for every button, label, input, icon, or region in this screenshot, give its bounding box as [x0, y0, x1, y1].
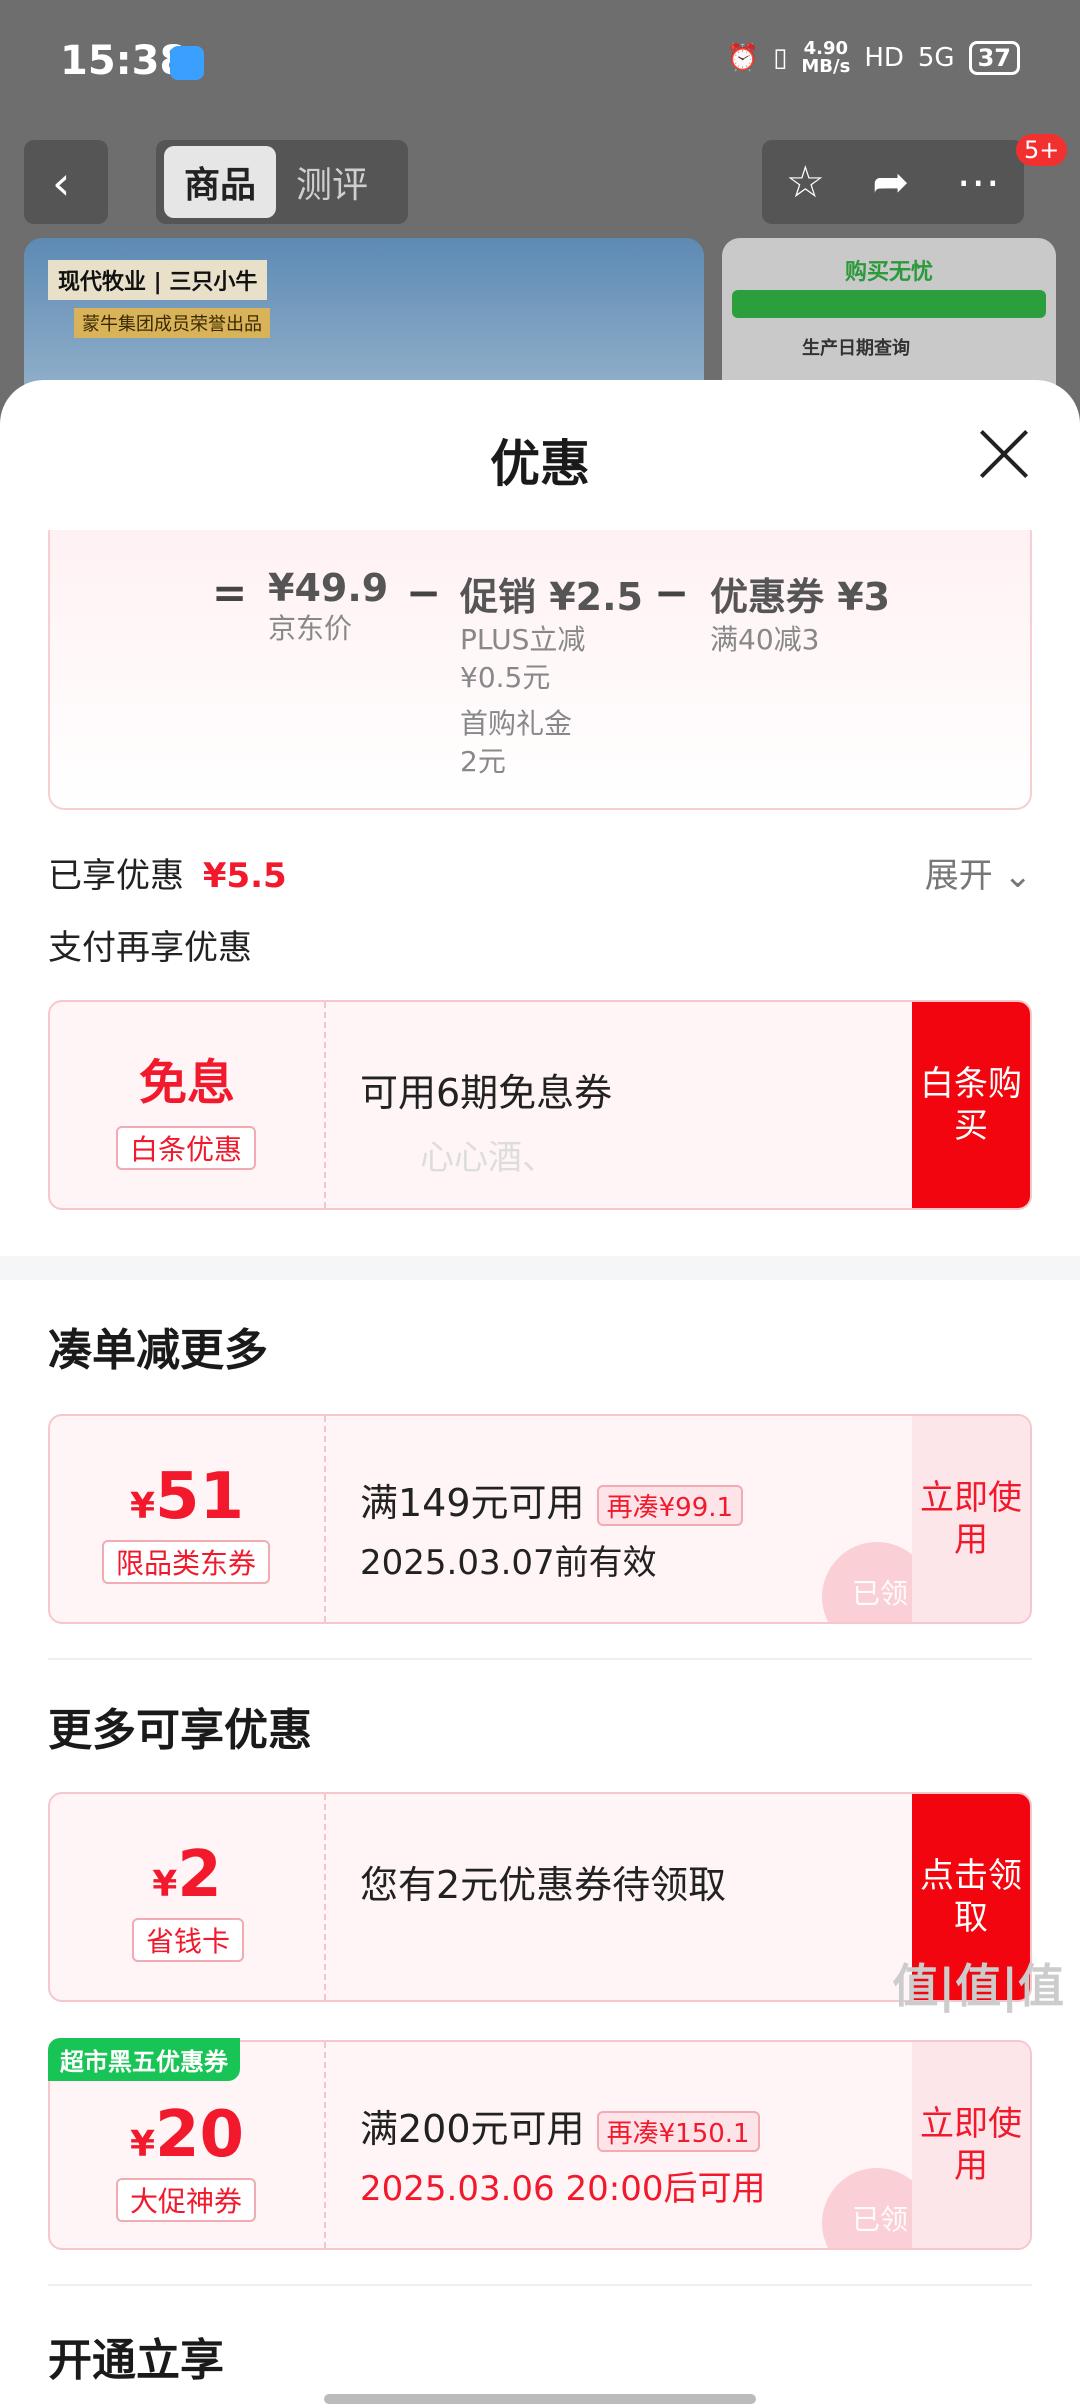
saver-amount: ¥2 — [152, 1838, 222, 1912]
bundle-header: 凑单减更多 — [48, 1325, 268, 1376]
minus-sign: − — [654, 568, 690, 617]
guarantee-title: 购买无忧 — [844, 260, 933, 285]
promo-validity: 2025.03.06 20:00后可用 — [360, 2169, 766, 2209]
promo-tag: 大促神券 — [116, 2178, 257, 2222]
saver-desc: 您有2元优惠券待领取 — [360, 1863, 727, 1907]
home-indicator[interactable] — [324, 2394, 756, 2404]
site-watermark: 值|值|值 — [892, 1959, 1064, 2013]
brand-sub: 蒙牛集团成员荣誉出品 — [74, 308, 270, 338]
promo-use-button[interactable]: 立即使用 — [912, 2042, 1030, 2248]
handwritten-watermark: 心心酒、 — [420, 1138, 556, 1178]
top-nav: ‹ 商品 测评 ☆ ➦ ⋯ 5+ — [0, 134, 1080, 230]
message-badge: 5+ — [1016, 134, 1068, 166]
close-icon[interactable] — [976, 426, 1032, 482]
baitiao-desc: 可用6期免息券 — [360, 1071, 613, 1115]
discount-sheet: 优惠 = ¥49.9 京东价 − 促销 ¥2.5 PLUS立减 ¥0.5元 首购… — [0, 380, 1080, 2408]
chevron-left-icon: ‹ — [52, 156, 71, 210]
saver-tag: 省钱卡 — [132, 1918, 245, 1962]
promo-corner-tag: 超市黑五优惠券 — [48, 2038, 240, 2081]
bundle-validity: 2025.03.07前有效 — [360, 1543, 657, 1583]
bundle-pill: 再凑¥99.1 — [596, 1485, 744, 1526]
baitiao-coupon: 免息 白条优惠 可用6期免息券 心心酒、 白条购买 — [48, 1000, 1032, 1210]
alarm-icon: ⏰ — [726, 43, 760, 73]
share-icon[interactable]: ➦ — [872, 157, 909, 208]
signal-icon: 5G — [917, 43, 955, 73]
minus-sign: − — [406, 568, 442, 617]
expand-button[interactable]: 展开 ⌄ — [925, 848, 1032, 897]
bundle-tag: 限品类东券 — [102, 1540, 271, 1584]
status-time: 15:38 — [60, 38, 188, 84]
coupon-label: 满40减3 — [710, 623, 820, 656]
divider — [48, 1658, 1032, 1660]
enjoyed-row: 已享优惠 ¥5.5 — [48, 848, 1032, 897]
enjoyed-label: 已享优惠 — [48, 856, 184, 896]
jd-price: ¥49.9 — [268, 566, 389, 610]
divider — [48, 2284, 1032, 2286]
vibrate-icon: ▯ — [773, 43, 788, 73]
promo-line: PLUS立减 — [460, 623, 586, 656]
app-notification-icon — [170, 46, 204, 80]
price-breakdown: = ¥49.9 京东价 − 促销 ¥2.5 PLUS立减 ¥0.5元 首购礼金 … — [48, 530, 1032, 810]
status-bar: 15:38 ⏰ ▯ 4.90 MB/s HD 5G 37 — [0, 0, 1080, 120]
section-divider — [0, 1256, 1080, 1280]
open-header: 开通立享 — [48, 2335, 224, 2386]
more-header: 更多可享优惠 — [48, 1705, 312, 1756]
sheet-title: 优惠 — [490, 435, 590, 493]
guarantee-bar — [732, 290, 1046, 318]
baitiao-tag: 白条优惠 — [116, 1126, 257, 1170]
jd-price-label: 京东价 — [268, 612, 353, 645]
net-speed: 4.90 MB/s — [801, 38, 851, 77]
promo-line: 2元 — [460, 745, 506, 778]
tab-bar: 商品 测评 — [156, 140, 408, 224]
promo-amount: 促销 ¥2.5 — [460, 575, 643, 619]
tab-product[interactable]: 商品 — [164, 146, 277, 218]
hd-icon: HD — [864, 43, 904, 73]
promo-line: ¥0.5元 — [460, 661, 551, 694]
back-button[interactable]: ‹ — [24, 140, 108, 224]
baitiao-buy-button[interactable]: 白条购买 — [912, 1002, 1030, 1208]
bundle-condition: 满149元可用 — [360, 1481, 585, 1525]
star-icon[interactable]: ☆ — [786, 157, 825, 208]
promo-amount: ¥20 — [129, 2098, 245, 2172]
saver-coupon: ¥2 省钱卡 您有2元优惠券待领取 点击领取 — [48, 1792, 1032, 2002]
brand-logo: 现代牧业 | 三只小牛 — [48, 260, 268, 300]
battery-icon: 37 — [968, 41, 1020, 75]
equals-sign: = — [212, 568, 248, 617]
tab-review[interactable]: 测评 — [276, 146, 388, 218]
bundle-use-button[interactable]: 立即使用 — [912, 1416, 1030, 1622]
promo-pill: 再凑¥150.1 — [596, 2111, 760, 2152]
coupon-amount: 优惠券 ¥3 — [710, 575, 891, 619]
enjoyed-value: ¥5.5 — [202, 856, 287, 896]
pay-more-label: 支付再享优惠 — [48, 928, 252, 968]
more-icon[interactable]: ⋯ — [956, 157, 1000, 208]
date-query-label: 生产日期查询 — [802, 338, 910, 359]
chevron-down-icon: ⌄ — [992, 856, 1033, 896]
baitiao-title: 免息 — [138, 1055, 235, 1111]
bundle-coupon: ¥51 限品类东券 满149元可用 再凑¥99.1 2025.03.07前有效 … — [48, 1414, 1032, 1624]
promo-line: 首购礼金 — [460, 707, 573, 740]
promo-condition: 满200元可用 — [360, 2107, 585, 2151]
bundle-amount: ¥51 — [129, 1460, 245, 1534]
action-group: ☆ ➦ ⋯ — [762, 140, 1024, 224]
